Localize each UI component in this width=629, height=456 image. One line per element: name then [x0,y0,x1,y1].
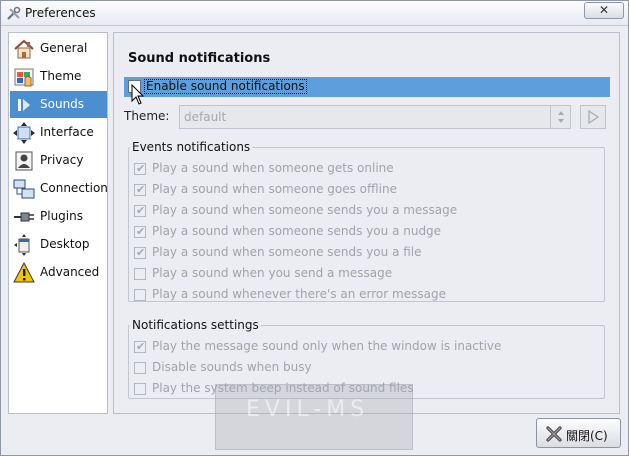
sidebar-item-plugins[interactable]: Plugins [10,203,107,230]
option-checkbox[interactable]: ✔ [134,225,146,238]
option-sends-file[interactable]: ✔ Play a sound when someone sends you a … [134,245,604,263]
option-checkbox[interactable]: ✔ [134,162,146,175]
option-label: Play a sound when someone sends you a me… [152,203,458,217]
panel-title: Sound notifications [128,51,271,66]
sounds-icon [18,99,30,111]
option-error-message[interactable]: Play a sound whenever there's an error m… [134,287,604,305]
sidebar-item-label: Plugins [40,209,83,223]
option-label: Disable sounds when busy [152,360,312,374]
theme-value: default [184,110,227,124]
sidebar-item-label: Connection [40,181,108,195]
option-gets-online[interactable]: ✔ Play a sound when someone gets online [134,161,604,179]
desktop-icon [14,234,30,256]
events-notifications-legend: Events notifications [132,140,251,154]
sidebar-item-general[interactable]: General [10,35,107,62]
play-icon [588,109,600,125]
option-checkbox[interactable] [134,268,146,280]
option-checkbox[interactable]: ✔ [134,246,146,259]
enable-sound-notifications-row[interactable]: Enable sound notifications [124,77,610,97]
sidebar-item-label: Sounds [40,97,85,111]
check-icon: ✔ [136,246,146,259]
option-checkbox[interactable] [134,289,146,301]
sidebar-item-interface[interactable]: Interface [10,119,107,146]
sounds-panel: Sound notifications Enable sound notific… [113,32,620,414]
theme-select[interactable]: default [179,105,571,129]
sidebar-item-advanced[interactable]: Advanced [10,259,107,286]
plugins-icon [14,212,34,222]
watermark-text: EVIL-MS [246,397,370,422]
option-disable-when-busy[interactable]: Disable sounds when busy [134,360,604,378]
option-label: Play a sound when someone sends you a fi… [152,245,422,259]
option-checkbox[interactable] [134,383,146,395]
check-icon: ✔ [136,183,146,196]
option-label: Play a sound when you send a message [152,266,393,280]
connection-icon [13,179,35,199]
close-icon [546,426,562,442]
check-icon: ✔ [136,204,146,217]
window-close-button[interactable]: ✕ [584,2,624,19]
window-title: Preferences [25,6,96,20]
option-you-send-message[interactable]: Play a sound when you send a message [134,266,604,284]
sidebar-item-label: Desktop [40,237,90,251]
check-icon: ✔ [136,225,146,238]
option-checkbox[interactable]: ✔ [134,183,146,196]
option-label: Play a sound when someone goes offline [152,182,397,196]
enable-sound-notifications-label[interactable]: Enable sound notifications [144,79,307,94]
mouse-pointer-icon [131,84,145,105]
home-icon [14,39,34,59]
sidebar-item-label: Interface [40,125,94,139]
close-dialog-button[interactable]: 關閉(C) [536,418,621,448]
option-checkbox[interactable] [134,362,146,374]
preferences-window: Preferences ✕ General Theme Sounds Inter… [0,0,629,456]
option-window-inactive[interactable]: ✔ Play the message sound only when the w… [134,339,604,357]
sidebar-item-connection[interactable]: Connection [10,175,108,202]
theme-icon [14,68,34,87]
notifications-settings-legend: Notifications settings [132,318,259,332]
sidebar-item-label: Privacy [40,153,84,167]
sidebar-item-theme[interactable]: Theme [10,63,107,90]
sidebar-item-sounds[interactable]: Sounds [10,91,107,118]
option-checkbox[interactable]: ✔ [134,204,146,217]
spin-arrows-icon [558,111,564,123]
preferences-app-icon [7,6,21,20]
title-bar[interactable]: Preferences ✕ [1,1,628,26]
option-sends-nudge[interactable]: ✔ Play a sound when someone sends you a … [134,224,604,242]
check-icon: ✔ [136,340,146,353]
watermark: EVIL-MS [215,384,413,450]
option-label: Play a sound when someone sends you a nu… [152,224,442,238]
option-label: Play a sound when someone gets online [152,161,394,175]
play-theme-button[interactable] [580,105,606,129]
warning-icon [13,262,35,283]
option-label: Play a sound whenever there's an error m… [152,287,446,301]
close-dialog-label: 關閉(C) [566,429,608,443]
close-icon: ✕ [598,3,610,17]
privacy-icon [15,151,33,171]
option-goes-offline[interactable]: ✔ Play a sound when someone goes offline [134,182,604,200]
option-label: Play the message sound only when the win… [152,339,502,353]
check-icon: ✔ [136,162,146,175]
sidebar-item-privacy[interactable]: Privacy [10,147,107,174]
option-checkbox[interactable]: ✔ [134,340,146,353]
option-sends-message[interactable]: ✔ Play a sound when someone sends you a … [134,203,604,221]
sidebar-item-label: Theme [40,69,82,83]
sidebar-item-desktop[interactable]: Desktop [10,231,107,258]
theme-label: Theme: [124,109,170,123]
sidebar: General Theme Sounds Interface Privacy C… [8,32,108,414]
theme-spin-arrows[interactable] [550,106,570,128]
sidebar-item-label: Advanced [40,265,100,279]
sidebar-item-label: General [40,41,88,55]
events-notifications-group: Events notifications ✔ Play a sound when… [128,140,605,302]
interface-icon [13,122,35,144]
